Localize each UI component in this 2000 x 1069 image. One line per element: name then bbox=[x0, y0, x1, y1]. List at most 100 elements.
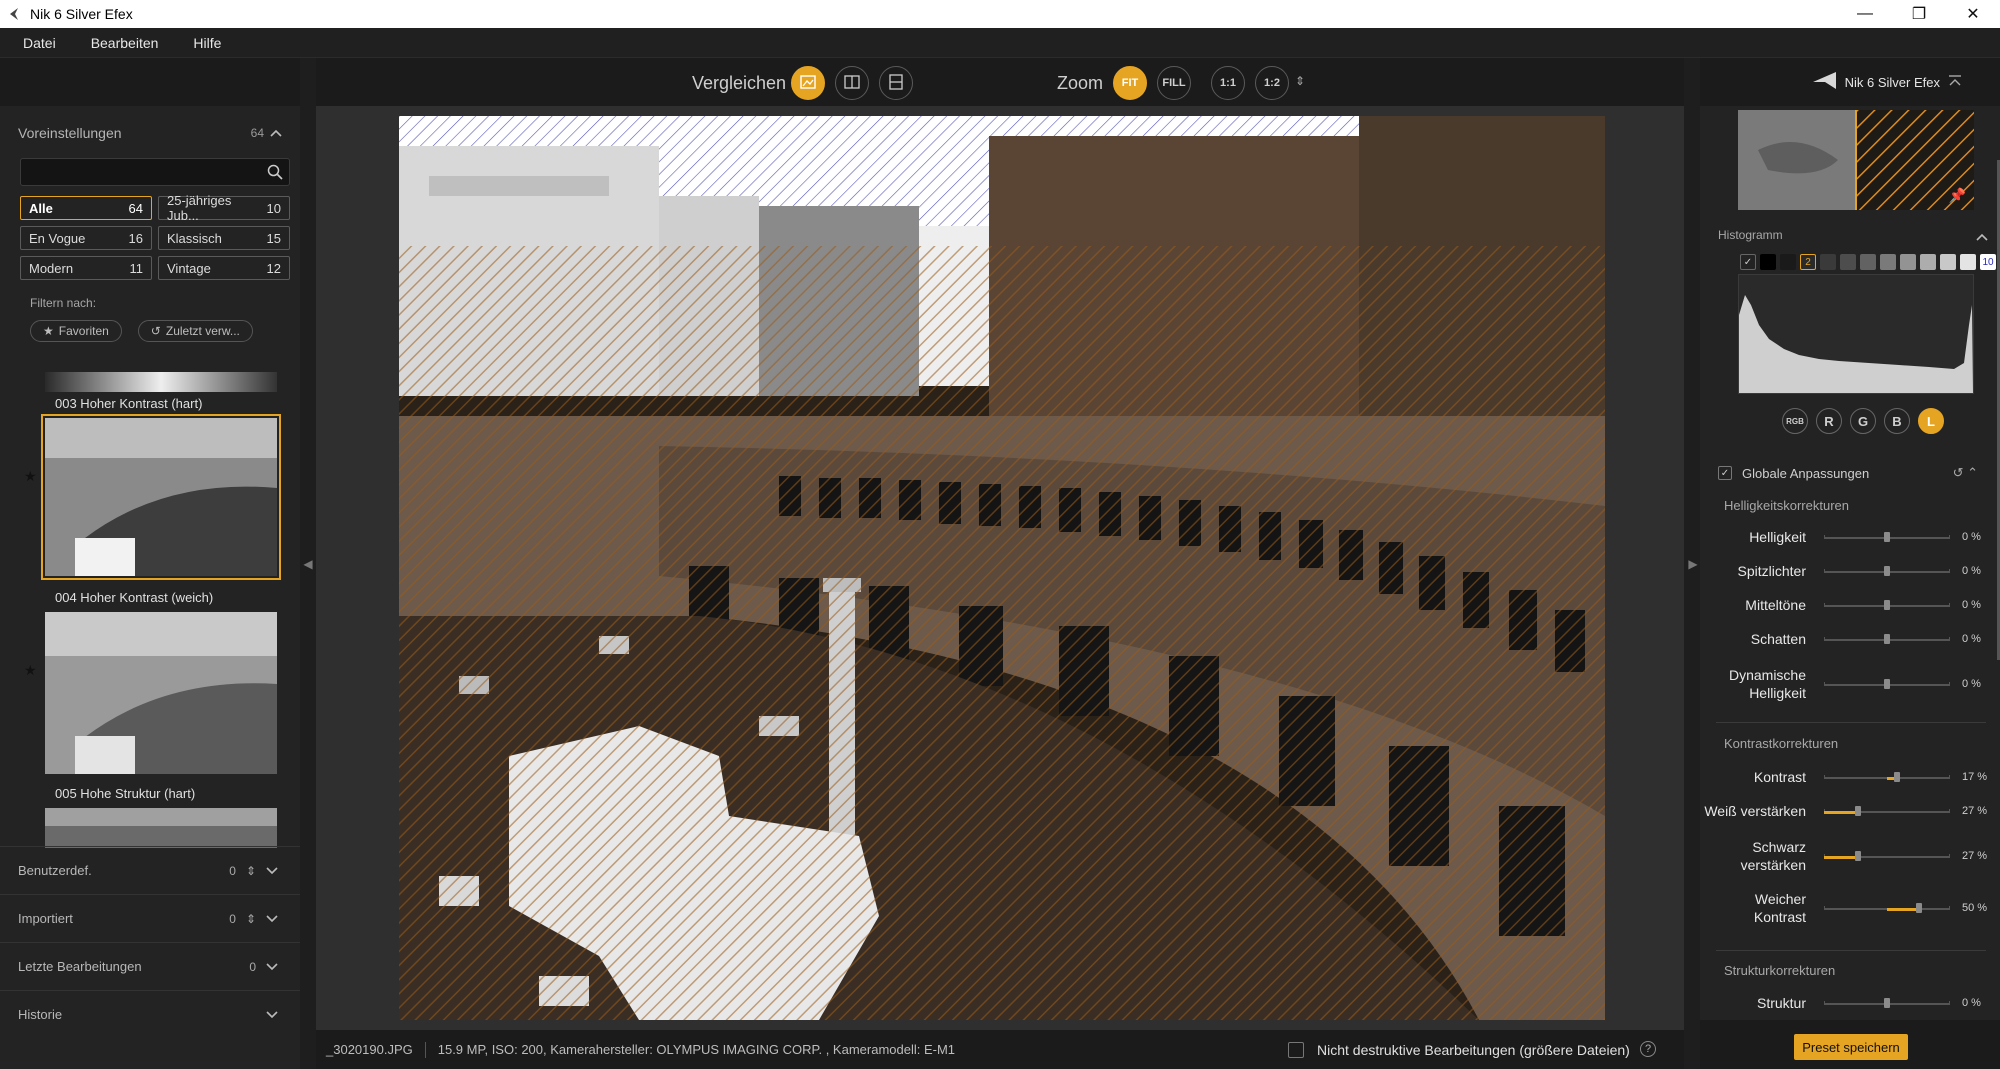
channel-rgb-button[interactable]: RGB bbox=[1782, 408, 1808, 434]
preset-thumbnail[interactable] bbox=[45, 372, 277, 392]
zone-swatch-selected[interactable]: 2 bbox=[1800, 254, 1816, 270]
slider-label: Struktur bbox=[1756, 995, 1806, 1011]
pin-icon[interactable]: 📌 bbox=[1949, 187, 1966, 204]
slider-handle[interactable] bbox=[1894, 772, 1900, 782]
restore-button[interactable]: ❐ bbox=[1892, 0, 1946, 28]
chevron-down-icon[interactable] bbox=[266, 1008, 278, 1022]
filter-by-label: Filtern nach: bbox=[30, 296, 97, 310]
zone-swatch[interactable] bbox=[1760, 254, 1776, 270]
compare-side-by-side-button[interactable] bbox=[835, 66, 869, 100]
collapse-top-icon[interactable] bbox=[1948, 74, 1962, 92]
slider-handle[interactable] bbox=[1884, 998, 1890, 1008]
zone-swatch[interactable] bbox=[1900, 254, 1916, 270]
section-title: Importiert bbox=[18, 911, 73, 926]
zoom-1-2-button[interactable]: 1:2 bbox=[1255, 66, 1289, 100]
help-icon[interactable]: ? bbox=[1640, 1041, 1656, 1057]
slider-handle[interactable] bbox=[1884, 532, 1890, 542]
filter-jubilaeum[interactable]: 25-jähriges Jub... 10 bbox=[158, 193, 290, 223]
section-count: 0 bbox=[229, 863, 236, 878]
favorites-label: Favoriten bbox=[58, 324, 109, 338]
recent-button[interactable]: ↺ Zuletzt verw... bbox=[137, 320, 253, 342]
left-panel: Voreinstellungen 64 Alle 64 25-jähriges J… bbox=[0, 58, 300, 1069]
compare-split-button[interactable] bbox=[791, 66, 825, 100]
loupe-preview[interactable]: 📌 bbox=[1738, 110, 1974, 210]
channel-g-button[interactable]: G bbox=[1850, 408, 1876, 434]
nondestructive-checkbox[interactable] bbox=[1288, 1042, 1304, 1058]
filter-label: Klassisch bbox=[167, 230, 222, 246]
collapse-left-handle[interactable]: ◀ bbox=[301, 552, 315, 576]
slider-handle[interactable] bbox=[1916, 903, 1922, 913]
chevron-up-icon[interactable]: ⌃ bbox=[1967, 465, 1978, 480]
filter-en-vogue[interactable]: En Vogue 16 bbox=[20, 226, 152, 250]
preset-thumbnail-selected[interactable] bbox=[41, 414, 281, 580]
slider-handle[interactable] bbox=[1855, 806, 1861, 816]
menu-hilfe[interactable]: Hilfe bbox=[181, 35, 233, 51]
zone-swatch[interactable] bbox=[1940, 254, 1956, 270]
chevron-up-icon[interactable] bbox=[270, 126, 282, 140]
filter-alle[interactable]: Alle 64 bbox=[20, 196, 152, 220]
zoom-fit-button[interactable]: FIT bbox=[1113, 66, 1147, 100]
preset-search-input[interactable] bbox=[21, 159, 256, 185]
zoom-fill-button[interactable]: FILL bbox=[1157, 66, 1191, 100]
save-preset-button[interactable]: Preset speichern bbox=[1794, 1034, 1908, 1060]
channel-b-button[interactable]: B bbox=[1884, 408, 1910, 434]
slider-value: 0 % bbox=[1962, 633, 1981, 645]
slider-label-line2: Helligkeit bbox=[1749, 685, 1806, 701]
zone-swatch[interactable] bbox=[1880, 254, 1896, 270]
zone-swatch[interactable] bbox=[1860, 254, 1876, 270]
compare-top-bottom-button[interactable] bbox=[879, 66, 913, 100]
main-photo[interactable] bbox=[399, 116, 1605, 1020]
zone-swatch[interactable] bbox=[1820, 254, 1836, 270]
chevron-down-icon[interactable] bbox=[266, 960, 278, 974]
favorite-star-icon[interactable]: ★ bbox=[24, 468, 37, 485]
slider-handle[interactable] bbox=[1884, 679, 1890, 689]
zoom-stepper-icon[interactable]: ⇕ bbox=[1295, 74, 1305, 88]
menu-bearbeiten[interactable]: Bearbeiten bbox=[79, 35, 171, 51]
histogram-header[interactable]: Histogramm bbox=[1718, 228, 1988, 246]
slider-label: Kontrast bbox=[1753, 769, 1806, 785]
slider-label-line1: Schwarz bbox=[1752, 839, 1806, 855]
filter-klassisch[interactable]: Klassisch 15 bbox=[158, 226, 290, 250]
zone-swatch[interactable] bbox=[1960, 254, 1976, 270]
menu-datei[interactable]: Datei bbox=[11, 35, 68, 51]
favorites-button[interactable]: ★ Favoriten bbox=[30, 320, 122, 342]
global-adjustments-header[interactable]: ✓ Globale Anpassungen ↺ ⌃ bbox=[1718, 462, 1988, 484]
preset-thumbnail[interactable] bbox=[45, 612, 277, 774]
filter-vintage[interactable]: Vintage 12 bbox=[158, 256, 290, 280]
close-button[interactable]: ✕ bbox=[1946, 0, 2000, 28]
chevron-down-icon[interactable] bbox=[266, 912, 278, 926]
slider-handle[interactable] bbox=[1884, 600, 1890, 610]
chevron-down-icon[interactable] bbox=[266, 864, 278, 878]
preset-thumbnail[interactable] bbox=[45, 808, 277, 848]
zone-toggle-checkbox[interactable]: ✓ bbox=[1740, 254, 1756, 270]
preset-thumbnail-list: 003 Hoher Kontrast (hart) ★ 004 Hoher Ko… bbox=[0, 372, 300, 904]
slider-handle[interactable] bbox=[1884, 566, 1890, 576]
chevron-up-icon[interactable] bbox=[1976, 228, 1988, 246]
section-historie[interactable]: Historie bbox=[0, 990, 300, 1038]
slider-handle[interactable] bbox=[1855, 851, 1861, 861]
reset-icon[interactable]: ↺ bbox=[1953, 465, 1964, 480]
presets-header[interactable]: Voreinstellungen 64 bbox=[0, 116, 300, 150]
zoom-label: Zoom bbox=[1057, 73, 1104, 93]
section-importiert[interactable]: Importiert 0 ⇕ bbox=[0, 894, 300, 942]
slider-handle[interactable] bbox=[1884, 634, 1890, 644]
image-compare-icon bbox=[800, 74, 816, 92]
zoom-1-1-button[interactable]: 1:1 bbox=[1211, 66, 1245, 100]
section-letzte-bearbeitungen[interactable]: Letzte Bearbeitungen 0 bbox=[0, 942, 300, 990]
sort-icon[interactable]: ⇕ bbox=[246, 864, 256, 878]
filter-label: Vintage bbox=[167, 260, 211, 276]
minimize-button[interactable]: — bbox=[1838, 0, 1892, 28]
sort-icon[interactable]: ⇕ bbox=[246, 912, 256, 926]
search-icon[interactable] bbox=[267, 164, 283, 185]
preset-search[interactable] bbox=[20, 158, 290, 186]
channel-l-button[interactable]: L bbox=[1918, 408, 1944, 434]
favorite-star-icon[interactable]: ★ bbox=[24, 662, 37, 679]
section-benutzerdef[interactable]: Benutzerdef. 0 ⇕ bbox=[0, 846, 300, 894]
zone-swatch[interactable] bbox=[1920, 254, 1936, 270]
zone-swatch[interactable] bbox=[1840, 254, 1856, 270]
global-adjustments-checkbox[interactable]: ✓ bbox=[1718, 466, 1732, 480]
channel-r-button[interactable]: R bbox=[1816, 408, 1842, 434]
filter-modern[interactable]: Modern 11 bbox=[20, 256, 152, 280]
zone-swatch-10[interactable]: 10 bbox=[1980, 254, 1996, 270]
zone-swatch[interactable] bbox=[1780, 254, 1796, 270]
